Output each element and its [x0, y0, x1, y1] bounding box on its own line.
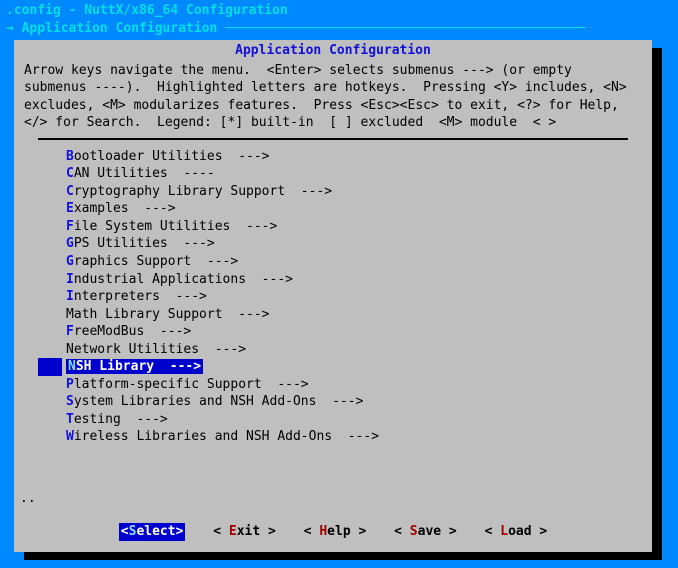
- menu-item[interactable]: Industrial Applications --->: [38, 271, 628, 289]
- menu-list[interactable]: Bootloader Utilities --->CAN Utilities -…: [38, 138, 628, 490]
- scroll-indicator: ..: [14, 490, 652, 508]
- config-panel: Application Configuration Arrow keys nav…: [14, 40, 652, 552]
- menu-item[interactable]: System Libraries and NSH Add-Ons --->: [38, 393, 628, 411]
- breadcrumb: Application Configuration: [22, 21, 218, 36]
- panel-title: Application Configuration: [14, 40, 652, 60]
- menu-item[interactable]: Platform-specific Support --->: [38, 376, 628, 394]
- menu-item[interactable]: Bootloader Utilities --->: [38, 148, 628, 166]
- menu-item[interactable]: Network Utilities --->: [38, 341, 628, 359]
- title-line-1: .config - NuttX/x86_64 Configuration: [6, 2, 672, 20]
- save-button[interactable]: < Save >: [394, 523, 457, 541]
- menu-item[interactable]: Math Library Support --->: [38, 306, 628, 324]
- menu-item[interactable]: NSH Library --->: [38, 358, 628, 376]
- menu-item[interactable]: Examples --->: [38, 200, 628, 218]
- menu-item[interactable]: Interpreters --->: [38, 288, 628, 306]
- menu-item[interactable]: Cryptography Library Support --->: [38, 183, 628, 201]
- arrow-icon: →: [6, 21, 22, 36]
- title-bar: .config - NuttX/x86_64 Configuration → A…: [0, 0, 678, 37]
- button-row: <Select> < Exit > < Help > < Save > < Lo…: [14, 507, 652, 541]
- exit-button[interactable]: < Exit >: [213, 523, 276, 541]
- menu-item[interactable]: Testing --->: [38, 411, 628, 429]
- menu-item[interactable]: FreeModBus --->: [38, 323, 628, 341]
- menu-item[interactable]: CAN Utilities ----: [38, 165, 628, 183]
- menu-item[interactable]: Graphics Support --->: [38, 253, 628, 271]
- menu-item[interactable]: File System Utilities --->: [38, 218, 628, 236]
- help-button[interactable]: < Help >: [304, 523, 367, 541]
- menu-item[interactable]: GPS Utilities --->: [38, 235, 628, 253]
- help-text: Arrow keys navigate the menu. <Enter> se…: [14, 60, 652, 136]
- select-button[interactable]: <Select>: [119, 523, 186, 541]
- load-button[interactable]: < Load >: [485, 523, 548, 541]
- title-line-2: → Application Configuration ────────────…: [6, 20, 672, 38]
- divider: ────────────────────────────────────────…: [217, 21, 585, 36]
- menu-item[interactable]: Wireless Libraries and NSH Add-Ons --->: [38, 428, 628, 446]
